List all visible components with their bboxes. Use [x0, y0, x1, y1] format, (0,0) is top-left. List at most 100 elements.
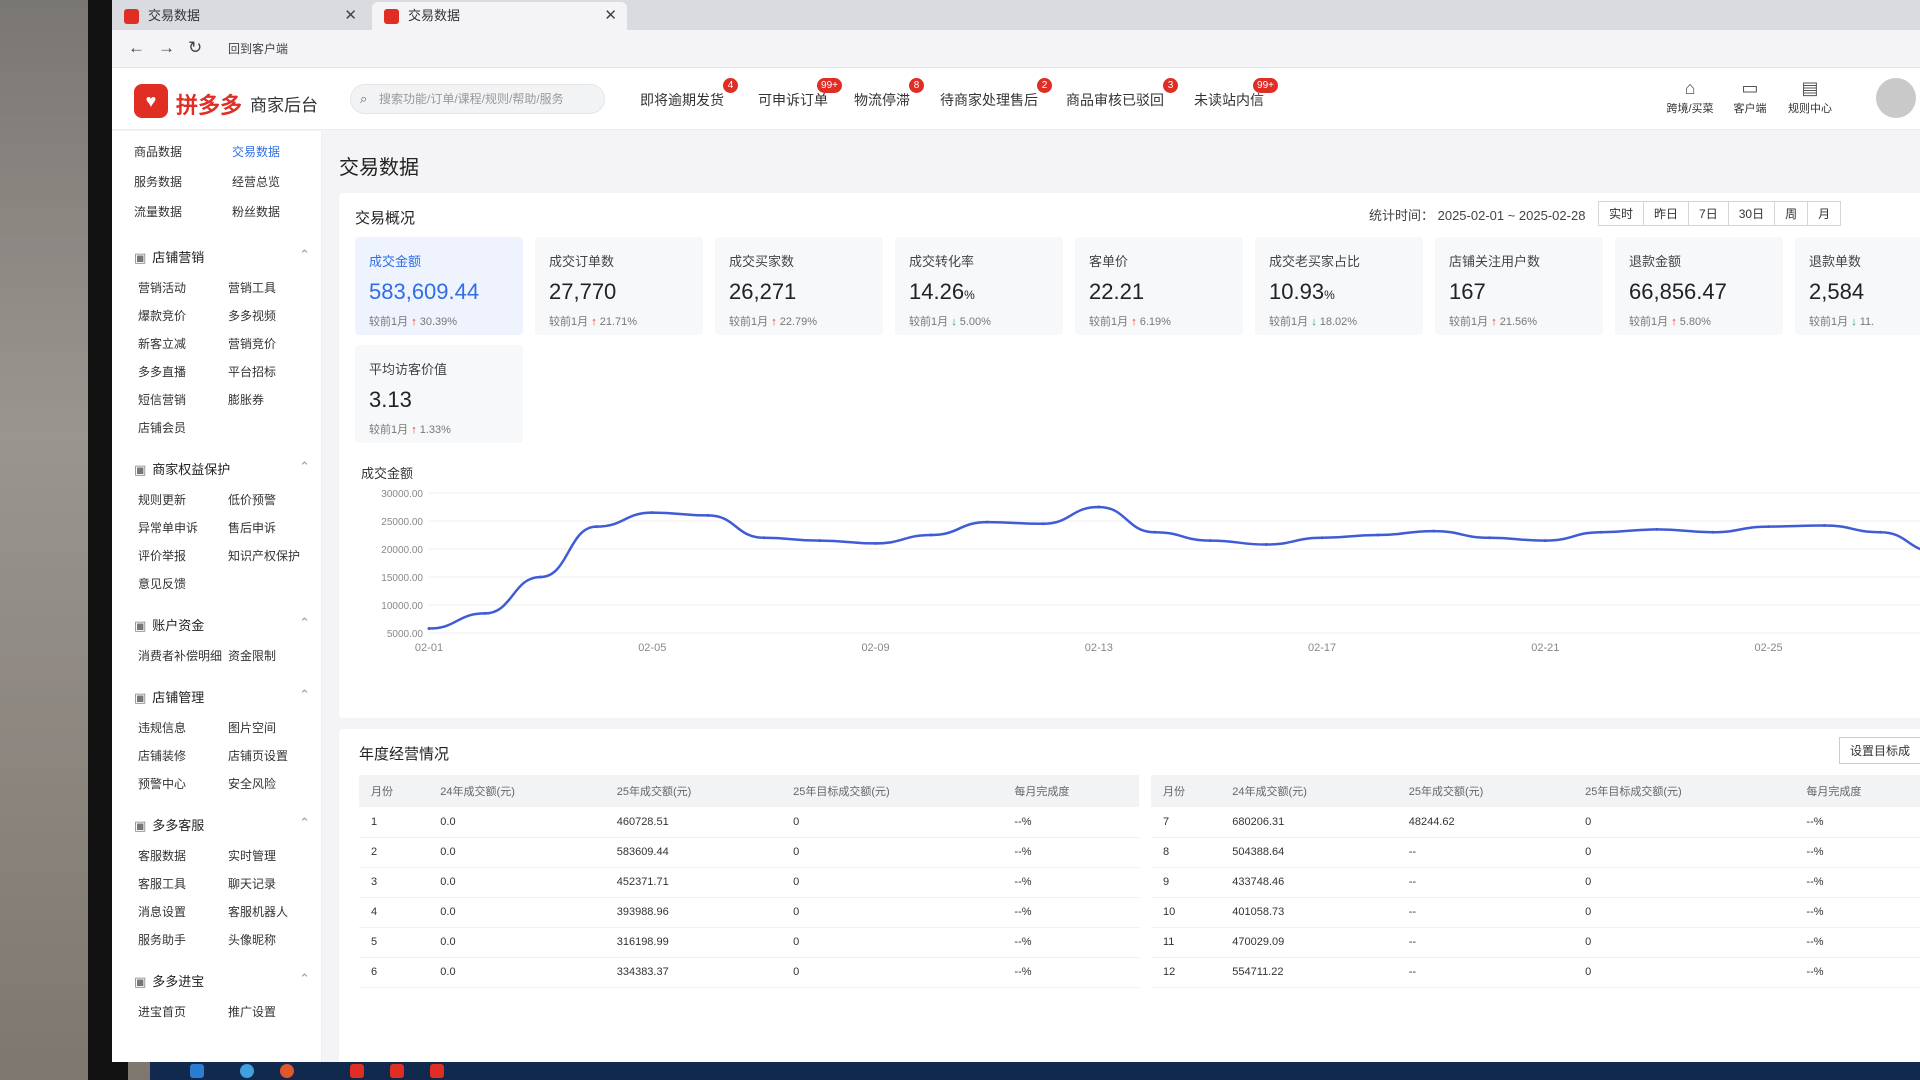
sidebar-section-header[interactable]: ▣ 多多客服 ⌃ [134, 815, 310, 834]
metric-card[interactable]: 成交金额 583,609.44 较前1月 ↑ 30.39% [355, 237, 523, 335]
range-button[interactable]: 实时 [1598, 201, 1645, 226]
sidebar-item[interactable]: 售后申诉 [228, 519, 276, 536]
close-icon[interactable]: ✕ [344, 2, 357, 30]
data-point[interactable] [874, 541, 878, 545]
sidebar-item[interactable]: 客服数据 [138, 847, 186, 864]
data-point[interactable] [818, 539, 822, 543]
notice-logistics-stalled[interactable]: 物流停滞 8 [854, 78, 924, 110]
sidebar-item[interactable]: 预警中心 [138, 775, 186, 792]
sidebar-item[interactable]: 经营总览 [232, 173, 280, 190]
sidebar-item[interactable]: 客服工具 [138, 875, 186, 892]
sidebar-item[interactable]: 意见反馈 [138, 575, 186, 592]
chevron-up-icon[interactable]: ⌃ [299, 615, 310, 631]
notice-unread-messages[interactable]: 未读站内信 99+ [1194, 78, 1278, 110]
sidebar-item[interactable]: 客服机器人 [228, 903, 288, 920]
sidebar-item[interactable]: 图片空间 [228, 719, 276, 736]
range-button[interactable]: 30日 [1727, 201, 1776, 226]
sidebar-item[interactable]: 爆款竞价 [138, 307, 186, 324]
metric-card[interactable]: 成交转化率 14.26% 较前1月 ↓ 5.00% [895, 237, 1063, 335]
sidebar-item[interactable]: 安全风险 [228, 775, 276, 792]
range-button[interactable]: 月 [1807, 201, 1842, 226]
sidebar-item[interactable]: 粉丝数据 [232, 203, 280, 220]
cross-border-button[interactable]: ⌂ 跨境/买菜 [1660, 76, 1720, 116]
sidebar-section-header[interactable]: ▣ 店铺管理 ⌃ [134, 687, 310, 706]
data-point[interactable] [1599, 530, 1603, 534]
sidebar-item[interactable]: 资金限制 [228, 647, 276, 664]
data-point[interactable] [1432, 529, 1436, 533]
data-point[interactable] [1097, 505, 1101, 509]
data-point[interactable] [1208, 539, 1212, 543]
range-button[interactable]: 周 [1774, 201, 1809, 226]
pdd-app-icon[interactable] [390, 1064, 404, 1078]
sidebar-item[interactable]: 头像昵称 [228, 931, 276, 948]
sidebar-item[interactable]: 交易数据 [232, 143, 280, 160]
data-point[interactable] [1822, 523, 1826, 527]
sidebar-item[interactable]: 进宝首页 [138, 1003, 186, 1020]
notice-overdue-shipping[interactable]: 即将逾期发货 4 [640, 78, 738, 110]
notice-appealable-orders[interactable]: 可申诉订单 99+ [758, 78, 842, 110]
data-point[interactable] [1487, 536, 1491, 540]
range-button[interactable]: 昨日 [1643, 201, 1690, 226]
sidebar-item[interactable]: 营销活动 [138, 279, 186, 296]
data-point[interactable] [1041, 522, 1045, 526]
sidebar-item[interactable]: 服务助手 [138, 931, 186, 948]
close-icon[interactable]: ✕ [604, 2, 617, 30]
sidebar-section-header[interactable]: ▣ 账户资金 ⌃ [134, 615, 310, 634]
sidebar-item[interactable]: 店铺页设置 [228, 747, 288, 764]
sidebar-item[interactable]: 商品数据 [134, 143, 182, 160]
data-point[interactable] [1153, 530, 1157, 534]
data-point[interactable] [1320, 536, 1324, 540]
sidebar-item[interactable]: 实时管理 [228, 847, 276, 864]
sidebar-item[interactable]: 异常单申诉 [138, 519, 198, 536]
chevron-up-icon[interactable]: ⌃ [299, 687, 310, 703]
data-point[interactable] [1767, 525, 1771, 529]
sidebar-item[interactable]: 服务数据 [134, 173, 182, 190]
sidebar-section-header[interactable]: ▣ 多多进宝 ⌃ [134, 971, 310, 990]
back-to-client-link[interactable]: 回到客户端 [228, 40, 288, 57]
sidebar-section-header[interactable]: ▣ 商家权益保护 ⌃ [134, 459, 310, 478]
sidebar-item[interactable]: 多多直播 [138, 363, 186, 380]
sidebar-item[interactable]: 规则更新 [138, 491, 186, 508]
rules-center-button[interactable]: ▤ 规则中心 [1780, 76, 1840, 116]
app-icon[interactable] [280, 1064, 294, 1078]
data-point[interactable] [483, 611, 487, 615]
sidebar-item[interactable]: 消息设置 [138, 903, 186, 920]
metric-card[interactable]: 退款金额 66,856.47 较前1月 ↑ 5.80% [1615, 237, 1783, 335]
client-button[interactable]: ▭ 客户端 [1720, 76, 1780, 116]
browser-tab-active[interactable]: 交易数据 ✕ [372, 2, 627, 30]
sidebar-item[interactable]: 流量数据 [134, 203, 182, 220]
data-point[interactable] [539, 575, 543, 579]
notice-review-rejected[interactable]: 商品审核已驳回 3 [1066, 78, 1178, 110]
data-point[interactable] [594, 525, 598, 529]
chevron-up-icon[interactable]: ⌃ [299, 971, 310, 987]
sidebar-item[interactable]: 消费者补偿明细 [138, 647, 222, 664]
range-button[interactable]: 7日 [1688, 201, 1729, 226]
notice-pending-aftersale[interactable]: 待商家处理售后 2 [940, 78, 1052, 110]
browser-app-icon[interactable] [240, 1064, 254, 1078]
pdd-app-icon[interactable] [350, 1064, 364, 1078]
sidebar-item[interactable]: 评价举报 [138, 547, 186, 564]
metric-card[interactable]: 成交老买家占比 10.93% 较前1月 ↓ 18.02% [1255, 237, 1423, 335]
sidebar-item[interactable]: 推广设置 [228, 1003, 276, 1020]
chevron-up-icon[interactable]: ⌃ [299, 815, 310, 831]
metric-card[interactable]: 成交订单数 27,770 较前1月 ↑ 21.71% [535, 237, 703, 335]
sidebar-item[interactable]: 平台招标 [228, 363, 276, 380]
data-point[interactable] [1264, 543, 1268, 547]
sidebar-item[interactable]: 店铺会员 [138, 419, 186, 436]
forward-arrow-icon[interactable]: → [158, 38, 175, 58]
search-input[interactable]: ⌕ 搜索功能/订单/课程/规则/帮助/服务 [350, 84, 605, 114]
sidebar-item[interactable]: 新客立减 [138, 335, 186, 352]
data-point[interactable] [650, 511, 654, 515]
metric-card[interactable]: 平均访客价值 3.13 较前1月 ↑ 1.33% [355, 345, 523, 443]
sidebar-item[interactable]: 营销竞价 [228, 335, 276, 352]
sidebar-item[interactable]: 膨胀券 [228, 391, 264, 408]
metric-card[interactable]: 客单价 22.21 较前1月 ↑ 6.19% [1075, 237, 1243, 335]
avatar[interactable] [1876, 78, 1916, 118]
data-point[interactable] [1878, 530, 1882, 534]
windows-start-icon[interactable] [190, 1064, 204, 1078]
data-point[interactable] [1711, 530, 1715, 534]
sidebar-item[interactable]: 多多视频 [228, 307, 276, 324]
data-point[interactable] [1543, 539, 1547, 543]
sidebar-item[interactable]: 营销工具 [228, 279, 276, 296]
data-point[interactable] [706, 513, 710, 517]
